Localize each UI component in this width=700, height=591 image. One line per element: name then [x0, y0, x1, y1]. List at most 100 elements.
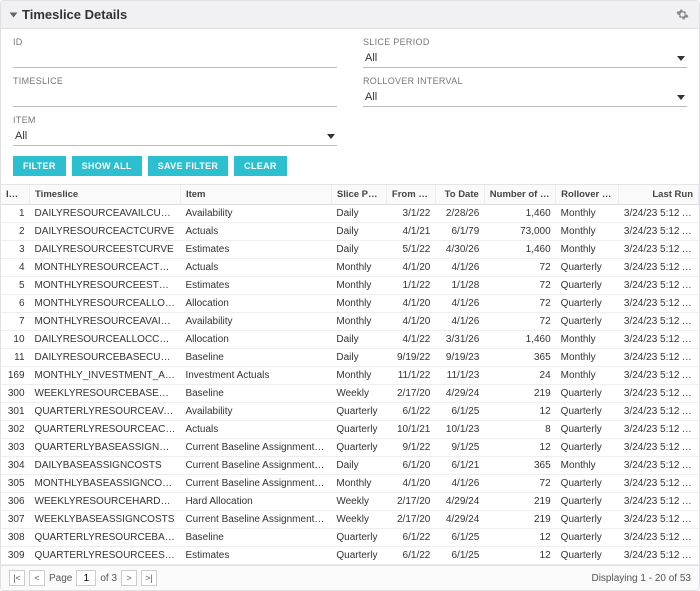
cell-timeslice: DAILYBASEASSIGNCOSTS [30, 457, 181, 475]
next-page-button[interactable]: > [121, 570, 137, 586]
cell-item: Estimates [180, 277, 331, 295]
cell-from-date: 6/1/20 [386, 457, 435, 475]
last-page-button[interactable]: >| [141, 570, 157, 586]
table-row[interactable]: 5MONTHLYRESOURCEESTCURVEEstimatesMonthly… [1, 277, 699, 295]
cell-from-date: 6/1/22 [386, 403, 435, 421]
table-row[interactable]: 308QUARTERLYRESOURCEBASECURVEBaselineQua… [1, 529, 699, 547]
table-row[interactable]: 309QUARTERLYRESOURCEESTCURVEEstimatesQua… [1, 547, 699, 565]
table-row[interactable]: 306WEEKLYRESOURCEHARDALLOCHard Allocatio… [1, 493, 699, 511]
cell-slice-period: Weekly [331, 493, 386, 511]
cell-from-date: 6/1/22 [386, 529, 435, 547]
table-row[interactable]: 6MONTHLYRESOURCEALLOCCURVEAllocationMont… [1, 295, 699, 313]
cell-id: 304 [1, 457, 30, 475]
col-from-date[interactable]: From Date [386, 185, 435, 205]
cell-last-run: 3/24/23 5:12 AM [619, 241, 699, 259]
cell-last-run: 3/24/23 5:12 AM [619, 421, 699, 439]
table-row[interactable]: 1DAILYRESOURCEAVAILCURVEAvailabilityDail… [1, 205, 699, 223]
col-id[interactable]: ID▲ [1, 185, 30, 205]
timeslice-input[interactable] [13, 88, 337, 107]
cell-from-date: 4/1/20 [386, 259, 435, 277]
cell-id: 300 [1, 385, 30, 403]
cell-slice-period: Daily [331, 457, 386, 475]
collapse-icon[interactable] [10, 12, 18, 17]
cell-from-date: 2/17/20 [386, 385, 435, 403]
col-last-run[interactable]: Last Run [619, 185, 699, 205]
prev-page-button[interactable]: < [29, 570, 45, 586]
cell-timeslice: MONTHLYRESOURCEACTCURVE [30, 259, 181, 277]
col-slice-period[interactable]: Slice Period [331, 185, 386, 205]
cell-to-date: 2/28/26 [435, 205, 484, 223]
cell-num-periods: 1,460 [484, 205, 555, 223]
cell-to-date: 9/19/23 [435, 349, 484, 367]
col-item[interactable]: Item [180, 185, 331, 205]
table-row[interactable]: 3DAILYRESOURCEESTCURVEEstimatesDaily5/1/… [1, 241, 699, 259]
page-of-label: of 3 [100, 573, 117, 584]
table-row[interactable]: 307WEEKLYBASEASSIGNCOSTSCurrent Baseline… [1, 511, 699, 529]
cell-timeslice: DAILYRESOURCEBASECURVE [30, 349, 181, 367]
cell-num-periods: 12 [484, 439, 555, 457]
cell-timeslice: MONTHLY_INVESTMENT_ACTUALS [30, 367, 181, 385]
sort-asc-icon: ▲ [18, 190, 26, 199]
col-to-date[interactable]: To Date [435, 185, 484, 205]
cell-rollover: Quarterly [556, 529, 619, 547]
table-row[interactable]: 300WEEKLYRESOURCEBASECURVEBaselineWeekly… [1, 385, 699, 403]
table-row[interactable]: 304DAILYBASEASSIGNCOSTSCurrent Baseline … [1, 457, 699, 475]
cell-from-date: 6/1/22 [386, 547, 435, 565]
col-num-periods[interactable]: Number of Periods [484, 185, 555, 205]
table-row[interactable]: 7MONTHLYRESOURCEAVAILCURVEAvailabilityMo… [1, 313, 699, 331]
cell-from-date: 4/1/22 [386, 331, 435, 349]
page-input[interactable] [76, 570, 96, 586]
item-value: All [15, 130, 27, 142]
cell-id: 301 [1, 403, 30, 421]
cell-slice-period: Weekly [331, 511, 386, 529]
cell-id: 1 [1, 205, 30, 223]
table-row[interactable]: 169MONTHLY_INVESTMENT_ACTUALSInvestment … [1, 367, 699, 385]
cell-item: Actuals [180, 259, 331, 277]
table-row[interactable]: 2DAILYRESOURCEACTCURVEActualsDaily4/1/21… [1, 223, 699, 241]
cell-to-date: 4/29/24 [435, 493, 484, 511]
slice-period-select[interactable]: All [363, 49, 687, 68]
clear-button[interactable]: CLEAR [234, 156, 287, 176]
cell-item: Actuals [180, 223, 331, 241]
filter-button[interactable]: FILTER [13, 156, 66, 176]
table-row[interactable]: 302QUARTERLYRESOURCEACTCURVEActualsQuart… [1, 421, 699, 439]
cell-item: Allocation [180, 295, 331, 313]
cell-num-periods: 12 [484, 547, 555, 565]
cell-last-run: 3/24/23 5:12 AM [619, 547, 699, 565]
cell-from-date: 1/1/22 [386, 277, 435, 295]
first-page-button[interactable]: |< [9, 570, 25, 586]
cell-from-date: 4/1/21 [386, 223, 435, 241]
cell-last-run: 3/24/23 5:12 AM [619, 457, 699, 475]
cell-to-date: 6/1/25 [435, 529, 484, 547]
rollover-select[interactable]: All [363, 88, 687, 107]
cell-last-run: 3/24/23 5:12 AM [619, 331, 699, 349]
cell-item: Availability [180, 205, 331, 223]
table-row[interactable]: 4MONTHLYRESOURCEACTCURVEActualsMonthly4/… [1, 259, 699, 277]
col-rollover[interactable]: Rollover Interval [556, 185, 619, 205]
cell-num-periods: 219 [484, 511, 555, 529]
show-all-button[interactable]: SHOW ALL [72, 156, 142, 176]
rollover-value: All [365, 91, 377, 103]
pager: |< < Page of 3 > >| [9, 570, 157, 586]
cell-rollover: Quarterly [556, 547, 619, 565]
col-timeslice[interactable]: Timeslice [30, 185, 181, 205]
cell-slice-period: Monthly [331, 277, 386, 295]
table-row[interactable]: 10DAILYRESOURCEALLOCCURVEAllocationDaily… [1, 331, 699, 349]
cell-last-run: 3/24/23 5:12 AM [619, 367, 699, 385]
cell-slice-period: Monthly [331, 313, 386, 331]
id-input[interactable] [13, 49, 337, 68]
cell-timeslice: WEEKLYRESOURCEHARDALLOC [30, 493, 181, 511]
item-select[interactable]: All [13, 127, 337, 146]
cell-timeslice: MONTHLYRESOURCEAVAILCURVE [30, 313, 181, 331]
table-row[interactable]: 301QUARTERLYRESOURCEAVAILCURVEAvailabili… [1, 403, 699, 421]
gear-icon[interactable] [676, 8, 689, 21]
save-filter-button[interactable]: SAVE FILTER [148, 156, 228, 176]
table-row[interactable]: 11DAILYRESOURCEBASECURVEBaselineDaily9/1… [1, 349, 699, 367]
cell-id: 308 [1, 529, 30, 547]
chevron-down-icon [327, 134, 335, 139]
table-row[interactable]: 303QUARTERLYBASEASSIGNCOSTSCurrent Basel… [1, 439, 699, 457]
cell-num-periods: 12 [484, 403, 555, 421]
cell-to-date: 6/1/79 [435, 223, 484, 241]
table-row[interactable]: 305MONTHLYBASEASSIGNCOSTSCurrent Baselin… [1, 475, 699, 493]
cell-id: 306 [1, 493, 30, 511]
